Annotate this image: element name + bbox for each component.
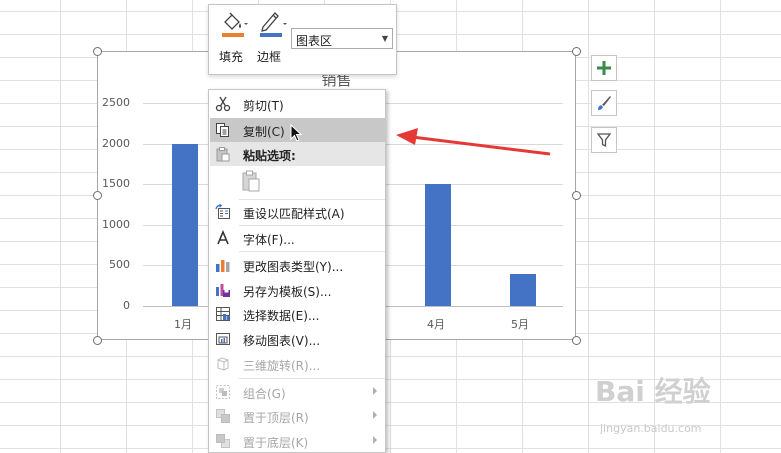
chart-element-dropdown[interactable]: 图表区 ▼ xyxy=(291,28,393,49)
reset-style-icon xyxy=(215,204,231,220)
menu-item-label: 移动图表(V)... xyxy=(243,334,321,348)
menu-item-select-data[interactable]: 选择数据(E)... xyxy=(210,302,385,326)
brush-icon xyxy=(598,96,611,110)
chart-styles-button[interactable] xyxy=(591,90,617,116)
menu-item-move-chart[interactable]: 移动图表(V)... xyxy=(210,327,385,351)
resize-handle-left[interactable] xyxy=(93,191,102,200)
submenu-arrow-icon xyxy=(373,387,377,395)
bring-front-icon xyxy=(215,408,231,424)
select-data-icon xyxy=(215,306,231,322)
resize-handle-bottom-left[interactable] xyxy=(93,336,102,345)
menu-item-cut[interactable]: 剪切(T) xyxy=(210,92,385,116)
fill-button[interactable]: 填充 xyxy=(219,10,251,70)
mouse-cursor-icon xyxy=(290,124,303,142)
y-tick-label: 500 xyxy=(109,258,130,271)
chart-type-icon xyxy=(215,257,231,273)
x-tick-label: 1月 xyxy=(174,318,192,331)
menu-item-label: 更改图表类型(Y)... xyxy=(243,260,344,274)
resize-handle-top-right[interactable] xyxy=(572,47,581,56)
y-tick-label: 2500 xyxy=(102,96,130,109)
chart-filters-button[interactable] xyxy=(591,127,617,153)
menu-separator xyxy=(239,378,385,379)
bar-5月[interactable] xyxy=(509,273,536,306)
menu-item-bring-to-front[interactable]: 置于顶层(R) xyxy=(210,404,385,428)
chevron-down-icon: ▼ xyxy=(381,34,388,43)
filter-icon xyxy=(597,133,611,147)
plus-icon xyxy=(597,61,611,75)
clipboard-icon xyxy=(242,170,260,192)
menu-item-label: 三维旋转(R)... xyxy=(243,359,321,373)
resize-handle-bottom-right[interactable] xyxy=(572,336,581,345)
menu-item-label: 字体(F)... xyxy=(243,233,295,247)
mini-format-toolbar: 填充 边框 图表区 ▼ xyxy=(208,4,397,75)
copy-icon xyxy=(215,122,231,138)
outline-color-swatch xyxy=(260,33,282,37)
y-tick-label: 1000 xyxy=(102,218,130,231)
x-tick-label: 5月 xyxy=(511,318,529,331)
watermark-logo: Bai 经验 xyxy=(595,375,711,408)
fill-color-swatch xyxy=(222,33,244,37)
menu-item-label: 剪切(T) xyxy=(243,99,284,113)
resize-handle-right[interactable] xyxy=(572,191,581,200)
menu-separator xyxy=(239,251,385,252)
pen-outline-icon xyxy=(260,12,287,37)
y-tick-label: 1500 xyxy=(102,177,130,190)
submenu-arrow-icon xyxy=(373,436,377,444)
menu-item-label: 另存为模板(S)... xyxy=(243,285,332,299)
menu-item-label: 复制(C) xyxy=(243,125,285,139)
menu-item-label: 选择数据(E)... xyxy=(243,309,320,323)
menu-header-paste-options: 粘贴选项: xyxy=(210,142,385,166)
menu-item-label: 组合(G) xyxy=(243,387,286,401)
bar-1月[interactable] xyxy=(172,143,199,306)
font-icon xyxy=(215,230,231,246)
paint-bucket-icon xyxy=(222,12,248,37)
paste-icon xyxy=(215,146,231,162)
submenu-arrow-icon xyxy=(373,411,377,419)
menu-item-3d-rotation[interactable]: 三维旋转(R)... xyxy=(210,352,385,376)
group-icon xyxy=(215,384,231,400)
chart-element-dropdown-value: 图表区 xyxy=(296,34,333,48)
menu-item-font[interactable]: 字体(F)... xyxy=(210,226,385,250)
border-label: 边框 xyxy=(257,50,282,64)
menu-item-reset-style[interactable]: 重设以匹配样式(A) xyxy=(210,200,385,224)
y-tick-label: 2000 xyxy=(102,137,130,150)
menu-item-label: 置于底层(K) xyxy=(243,436,309,450)
chart-elements-button[interactable] xyxy=(591,55,617,81)
menu-item-change-chart-type[interactable]: 更改图表类型(Y)... xyxy=(210,253,385,277)
watermark-url: jingyan.baidu.com xyxy=(600,422,702,435)
menu-item-label: 重设以匹配样式(A) xyxy=(243,207,345,221)
menu-item-label: 置于顶层(R) xyxy=(243,411,309,425)
menu-item-label: 粘贴选项: xyxy=(243,149,296,163)
3d-rotation-icon xyxy=(215,356,231,372)
resize-handle-top-left[interactable] xyxy=(93,47,102,56)
send-back-icon xyxy=(215,433,231,449)
move-chart-icon xyxy=(215,331,231,347)
bar-4月[interactable] xyxy=(425,184,452,306)
y-tick-label: 0 xyxy=(123,299,130,312)
menu-item-send-to-back[interactable]: 置于底层(K) xyxy=(210,429,385,453)
save-template-icon xyxy=(215,282,231,298)
menu-item-save-as-template[interactable]: 另存为模板(S)... xyxy=(210,278,385,302)
scissors-icon xyxy=(215,96,231,112)
paste-option-button[interactable] xyxy=(239,168,265,194)
fill-label: 填充 xyxy=(219,50,244,64)
x-tick-label: 4月 xyxy=(427,318,445,331)
outline-button[interactable]: 边框 xyxy=(257,10,289,70)
annotation-arrow-icon xyxy=(396,128,551,156)
menu-item-group[interactable]: 组合(G) xyxy=(210,380,385,404)
